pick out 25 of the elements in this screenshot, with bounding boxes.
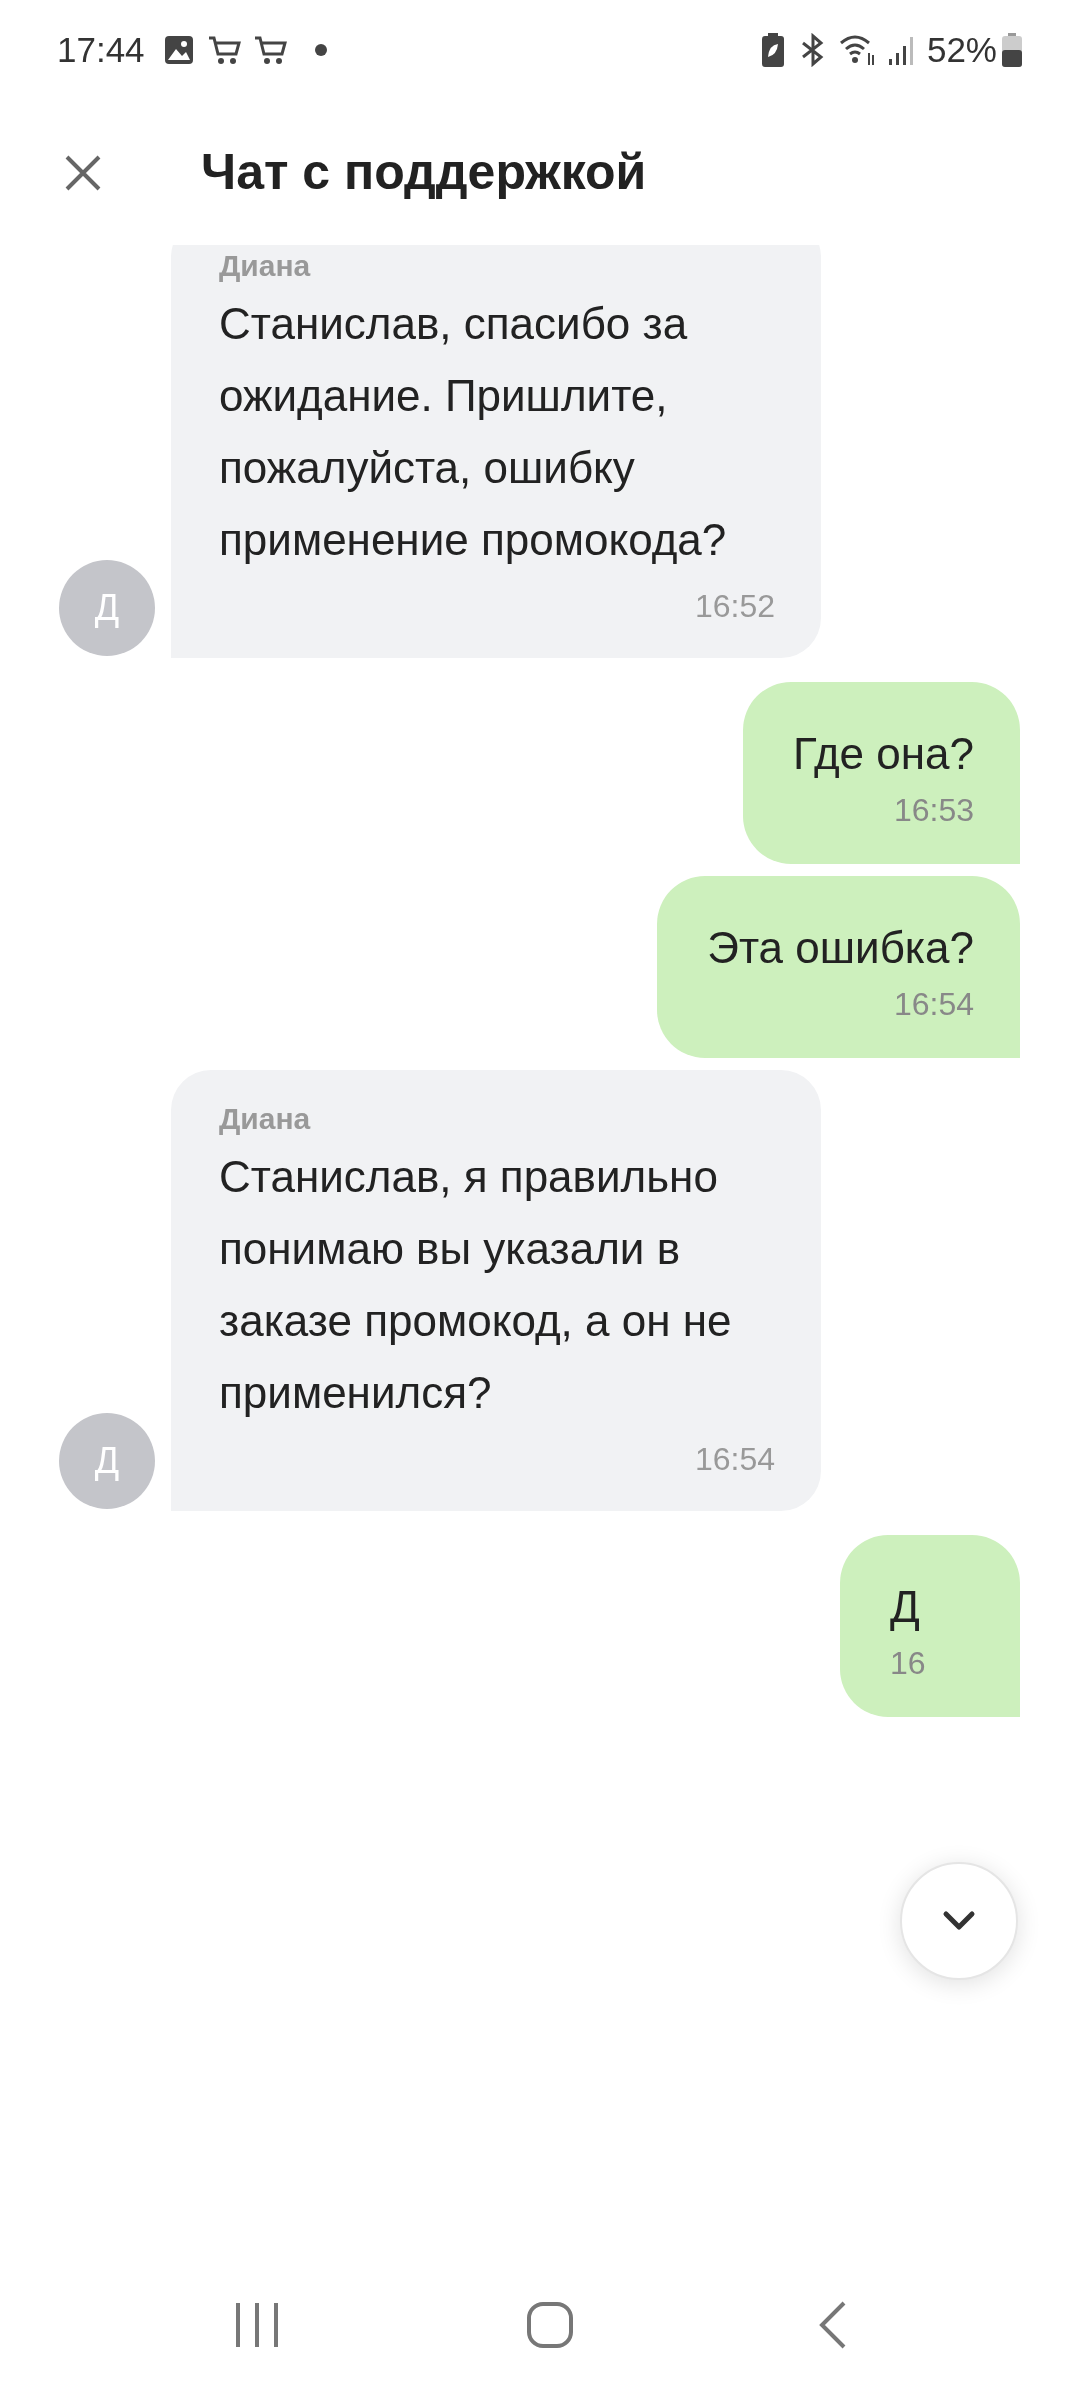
message-time: 16:54 <box>893 985 974 1024</box>
status-time: 17:44 <box>57 28 145 71</box>
chevron-down-icon <box>941 1909 977 1933</box>
avatar: Д <box>59 1413 155 1509</box>
cart-icon <box>206 34 243 66</box>
message-text: Станислав, спасибо за ожидание. Пришлите, пожалуйста, ошибку применение промокода? <box>219 298 728 566</box>
message-text: Эта ошибка? <box>707 922 974 974</box>
sender-name: Диана <box>219 248 312 284</box>
avatar: Д <box>59 560 155 656</box>
sender-name: Диана <box>219 1101 312 1137</box>
battery-icon <box>1001 33 1023 67</box>
message-text: Д <box>890 1581 921 1633</box>
battery-percent: 52% <box>926 28 997 71</box>
cart-icon <box>252 34 289 66</box>
gallery-icon <box>162 34 195 66</box>
message-text: Где она? <box>793 728 974 780</box>
message-time: 16:54 <box>694 1440 775 1479</box>
message-time: 16:53 <box>893 791 974 830</box>
battery-saver-icon <box>760 33 785 67</box>
back-icon[interactable] <box>818 2300 848 2350</box>
home-icon[interactable] <box>526 2301 574 2349</box>
message-time: 16 <box>890 1644 926 1683</box>
message-text: Станислав, я правильно понимаю вы указали в заказе промокод, а он не применился? <box>219 1151 733 1419</box>
chat-title: Чат с поддержкой <box>201 143 647 202</box>
message-time: 16:52 <box>694 587 775 626</box>
